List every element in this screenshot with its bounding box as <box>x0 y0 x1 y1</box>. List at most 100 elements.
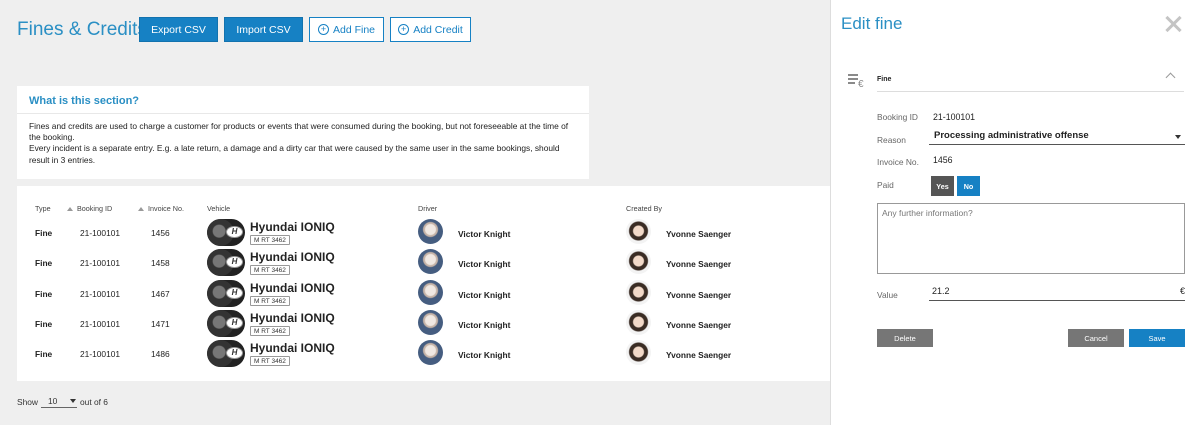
column-header-invoice[interactable]: Invoice No. <box>138 204 184 213</box>
hyundai-logo-icon: H <box>226 317 243 329</box>
plus-circle-icon: + <box>398 24 410 35</box>
driver-name: Victor Knight <box>458 259 511 269</box>
table-row[interactable]: Fine 21-100101 1458 H Hyundai IONIQ M RT… <box>17 249 831 279</box>
vehicle-name: Hyundai IONIQ <box>250 250 335 264</box>
currency-symbol: € <box>1179 286 1185 296</box>
booking-id-value: 21-100101 <box>933 112 976 122</box>
invoice-cell: 1456 <box>151 228 170 238</box>
info-text: Fines and credits are used to charge a c… <box>29 121 581 166</box>
license-plate: M RT 3462 <box>250 235 290 245</box>
info-divider <box>17 113 589 114</box>
sort-asc-icon <box>67 206 73 211</box>
section-divider <box>877 91 1184 92</box>
panel-title: Edit fine <box>841 14 903 33</box>
info-line-2: Every incident is a separate entry. E.g.… <box>29 143 560 165</box>
value-label: Value <box>877 290 898 300</box>
vehicle-name: Hyundai IONIQ <box>250 341 335 355</box>
hyundai-logo-icon: H <box>226 226 243 238</box>
add-fine-label: Add Fine <box>332 23 376 36</box>
column-header-driver[interactable]: Driver <box>418 204 437 213</box>
invoice-value[interactable]: 1456 <box>933 155 953 165</box>
type-cell: Fine <box>35 258 53 268</box>
vehicle-name: Hyundai IONIQ <box>250 220 335 234</box>
save-button[interactable]: Save <box>1129 329 1185 347</box>
creator-avatar <box>626 219 651 244</box>
export-csv-button[interactable]: Export CSV <box>139 17 218 42</box>
vehicle-thumbnail: H <box>207 340 245 367</box>
add-credit-button[interactable]: + Add Credit <box>390 17 471 42</box>
creator-avatar <box>626 280 651 305</box>
reason-label: Reason <box>877 135 906 145</box>
column-header-booking-id[interactable]: Booking ID <box>67 204 112 213</box>
close-icon[interactable] <box>1164 15 1182 33</box>
hyundai-logo-icon: H <box>226 256 243 268</box>
fines-table: Type Booking ID Invoice No. Vehicle Driv… <box>17 186 831 381</box>
hyundai-logo-icon: H <box>226 347 243 359</box>
license-plate: M RT 3462 <box>250 326 290 336</box>
type-cell: Fine <box>35 349 53 359</box>
plus-circle-icon: + <box>317 24 329 35</box>
column-header-created-by[interactable]: Created By <box>626 204 662 213</box>
dropdown-arrow-icon <box>1175 135 1181 139</box>
driver-name: Victor Knight <box>458 350 511 360</box>
edit-fine-panel: Edit fine € Fine Booking ID 21-100101 Re… <box>830 0 1192 425</box>
driver-avatar <box>418 249 443 274</box>
vehicle-thumbnail: H <box>207 219 245 246</box>
driver-name: Victor Knight <box>458 290 511 300</box>
cancel-button[interactable]: Cancel <box>1068 329 1124 347</box>
created-by-name: Yvonne Saenger <box>666 320 732 330</box>
reason-select[interactable]: Processing administrative offense <box>929 127 1185 145</box>
delete-button[interactable]: Delete <box>877 329 933 347</box>
section-label: Fine <box>877 76 892 83</box>
paid-label: Paid <box>877 180 894 190</box>
driver-avatar <box>418 280 443 305</box>
vehicle-name: Hyundai IONIQ <box>250 281 335 295</box>
created-by-name: Yvonne Saenger <box>666 290 732 300</box>
add-fine-button[interactable]: + Add Fine <box>309 17 384 42</box>
created-by-name: Yvonne Saenger <box>666 229 732 239</box>
table-row[interactable]: Fine 21-100101 1471 H Hyundai IONIQ M RT… <box>17 310 831 340</box>
booking-id-cell: 21-100101 <box>80 258 121 268</box>
column-header-vehicle[interactable]: Vehicle <box>207 204 230 213</box>
table-row[interactable]: Fine 21-100101 1456 H Hyundai IONIQ M RT… <box>17 219 831 249</box>
value-input[interactable]: 21.2 € <box>929 286 1185 301</box>
paid-no-button[interactable]: No <box>957 176 980 196</box>
vehicle-thumbnail: H <box>207 280 245 307</box>
license-plate: M RT 3462 <box>250 265 290 275</box>
driver-avatar <box>418 310 443 335</box>
creator-avatar <box>626 249 651 274</box>
driver-avatar <box>418 340 443 365</box>
license-plate: M RT 3462 <box>250 356 290 366</box>
column-header-type[interactable]: Type <box>35 204 51 213</box>
type-cell: Fine <box>35 289 53 299</box>
chevron-up-icon[interactable] <box>1165 72 1176 83</box>
booking-id-cell: 21-100101 <box>80 289 121 299</box>
hyundai-logo-icon: H <box>226 287 243 299</box>
import-csv-button[interactable]: Import CSV <box>224 17 303 42</box>
show-label: Show <box>17 397 38 407</box>
creator-avatar <box>626 340 651 365</box>
driver-name: Victor Knight <box>458 229 511 239</box>
vehicle-thumbnail: H <box>207 249 245 276</box>
vehicle-thumbnail: H <box>207 310 245 337</box>
info-title: What is this section? <box>29 95 140 107</box>
driver-avatar <box>418 219 443 244</box>
paid-yes-button[interactable]: Yes <box>931 176 954 196</box>
driver-name: Victor Knight <box>458 320 511 330</box>
booking-id-label: Booking ID <box>877 112 918 122</box>
created-by-name: Yvonne Saenger <box>666 259 732 269</box>
add-credit-label: Add Credit <box>413 23 463 36</box>
invoice-cell: 1458 <box>151 258 170 268</box>
table-row[interactable]: Fine 21-100101 1467 H Hyundai IONIQ M RT… <box>17 280 831 310</box>
license-plate: M RT 3462 <box>250 296 290 306</box>
page-title: Fines & Credits <box>17 19 147 40</box>
info-card: What is this section? Fines and credits … <box>17 86 589 179</box>
sort-asc-icon <box>138 206 144 211</box>
info-line-1: Fines and credits are used to charge a c… <box>29 121 569 143</box>
booking-id-cell: 21-100101 <box>80 228 121 238</box>
page-size-select[interactable]: 10 <box>41 394 77 408</box>
notes-textarea[interactable]: Any further information? <box>877 203 1185 274</box>
invoice-cell: 1467 <box>151 289 170 299</box>
creator-avatar <box>626 310 651 335</box>
table-row[interactable]: Fine 21-100101 1486 H Hyundai IONIQ M RT… <box>17 340 831 370</box>
